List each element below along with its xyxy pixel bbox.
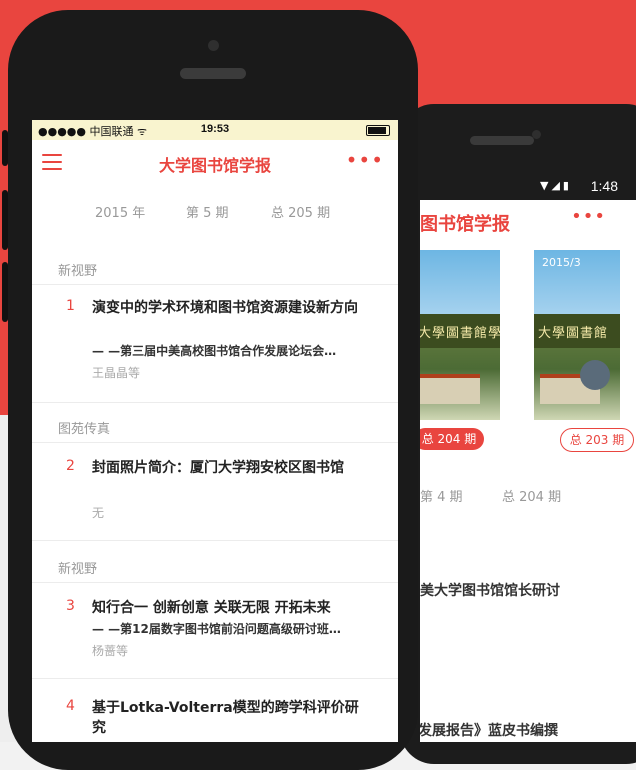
- back-article-title-1[interactable]: 美大学图书馆馆长研讨: [420, 580, 560, 600]
- navigation-bar: 大学图书馆学报 •••: [32, 140, 398, 186]
- article-author: 无: [92, 506, 105, 520]
- divider: [32, 582, 398, 583]
- cover-dome: [580, 360, 610, 390]
- divider: [32, 678, 398, 679]
- divider: [32, 284, 398, 285]
- article-item[interactable]: 4 基于Lotka-Volterra模型的跨学科评价研究: [32, 698, 398, 742]
- article-number: 3: [66, 598, 75, 614]
- divider: [32, 442, 398, 443]
- status-time: 19:53: [200, 123, 230, 135]
- iphone-screen: ●●●●● 中国联通 ᯤ 19:53 大学图书馆学报 ••• 2015 年 第 …: [32, 120, 398, 742]
- cover-issue-204[interactable]: 大學圖書館學報: [420, 250, 500, 420]
- android-more-icon[interactable]: •••: [571, 206, 606, 227]
- divider: [32, 402, 398, 403]
- cover-masthead: 大學圖書館學報: [420, 326, 500, 341]
- more-options-icon[interactable]: •••: [346, 148, 384, 172]
- android-status-time: 1:48: [590, 178, 618, 194]
- volume-up-button: [2, 190, 8, 250]
- article-title: 演变中的学术环境和图书馆资源建设新方向: [92, 300, 358, 316]
- issue-info: 2015 年 第 5 期 总 205 期: [32, 202, 398, 222]
- article-subtitle: — —第12届数字图书馆前沿问题高级研讨班…: [92, 622, 341, 636]
- article-item[interactable]: 1 演变中的学术环境和图书馆资源建设新方向 — —第三届中美高校图书馆合作发展论…: [32, 298, 398, 388]
- battery-icon: [366, 125, 390, 136]
- signal-icons: ▼◢▮: [540, 179, 572, 192]
- issue-number: 第 5 期: [186, 206, 229, 221]
- section-header: 新视野: [58, 264, 98, 279]
- article-number: 1: [66, 298, 75, 314]
- article-author: 杨蔷等: [92, 644, 129, 658]
- mute-switch: [2, 130, 8, 166]
- article-number: 2: [66, 458, 75, 474]
- page-title: 大学图书馆学报: [158, 156, 271, 175]
- iphone-speaker: [180, 68, 246, 79]
- cover-issue-203[interactable]: 2015/3 大學圖書館: [534, 250, 620, 420]
- article-subtitle: — —第三届中美高校图书馆合作发展论坛会…: [92, 344, 337, 358]
- article-title: 封面照片简介：厦门大学翔安校区图书馆: [92, 460, 344, 476]
- issue-year: 2015 年: [95, 206, 146, 221]
- article-title: 基于Lotka-Volterra模型的跨学科评价研究: [92, 700, 359, 736]
- back-issue-number: 第 4 期: [420, 490, 463, 505]
- cover-building: [420, 374, 480, 404]
- section-header: 图苑传真: [58, 422, 111, 437]
- article-item[interactable]: 2 封面照片简介：厦门大学翔安校区图书馆 无: [32, 458, 398, 522]
- android-camera: [532, 130, 541, 139]
- article-author: 王晶晶等: [92, 366, 141, 380]
- android-speaker: [470, 136, 534, 145]
- status-bar: ●●●●● 中国联通 ᯤ 19:53: [32, 120, 398, 140]
- cover-masthead: 大學圖書館: [538, 326, 609, 341]
- back-issue-total: 总 204 期: [502, 490, 562, 505]
- section-header: 新视野: [58, 562, 98, 577]
- android-app-title: 图书馆学报: [420, 214, 510, 235]
- cover-year: 2015/3: [542, 256, 581, 269]
- issue-pill-203[interactable]: 总 203 期: [560, 428, 634, 452]
- issue-pill-204[interactable]: 总 204 期: [420, 428, 484, 450]
- article-number: 4: [66, 698, 75, 714]
- back-article-title-2[interactable]: 发展报告》蓝皮书编撰: [420, 720, 558, 740]
- article-title: 知行合一 创新创意 关联无限 开拓未来: [92, 600, 331, 616]
- volume-down-button: [2, 262, 8, 322]
- iphone-camera: [208, 40, 219, 51]
- article-item[interactable]: 3 知行合一 创新创意 关联无限 开拓未来 — —第12届数字图书馆前沿问题高级…: [32, 598, 398, 668]
- android-status-bar: ▼◢▮ 1:48: [420, 172, 636, 200]
- android-screen: 图书馆学报 ••• 大學圖書館學報 2015/3 大學圖書館 总 204 期 总…: [420, 200, 636, 742]
- divider: [32, 540, 398, 541]
- issue-total: 总 205 期: [271, 206, 331, 221]
